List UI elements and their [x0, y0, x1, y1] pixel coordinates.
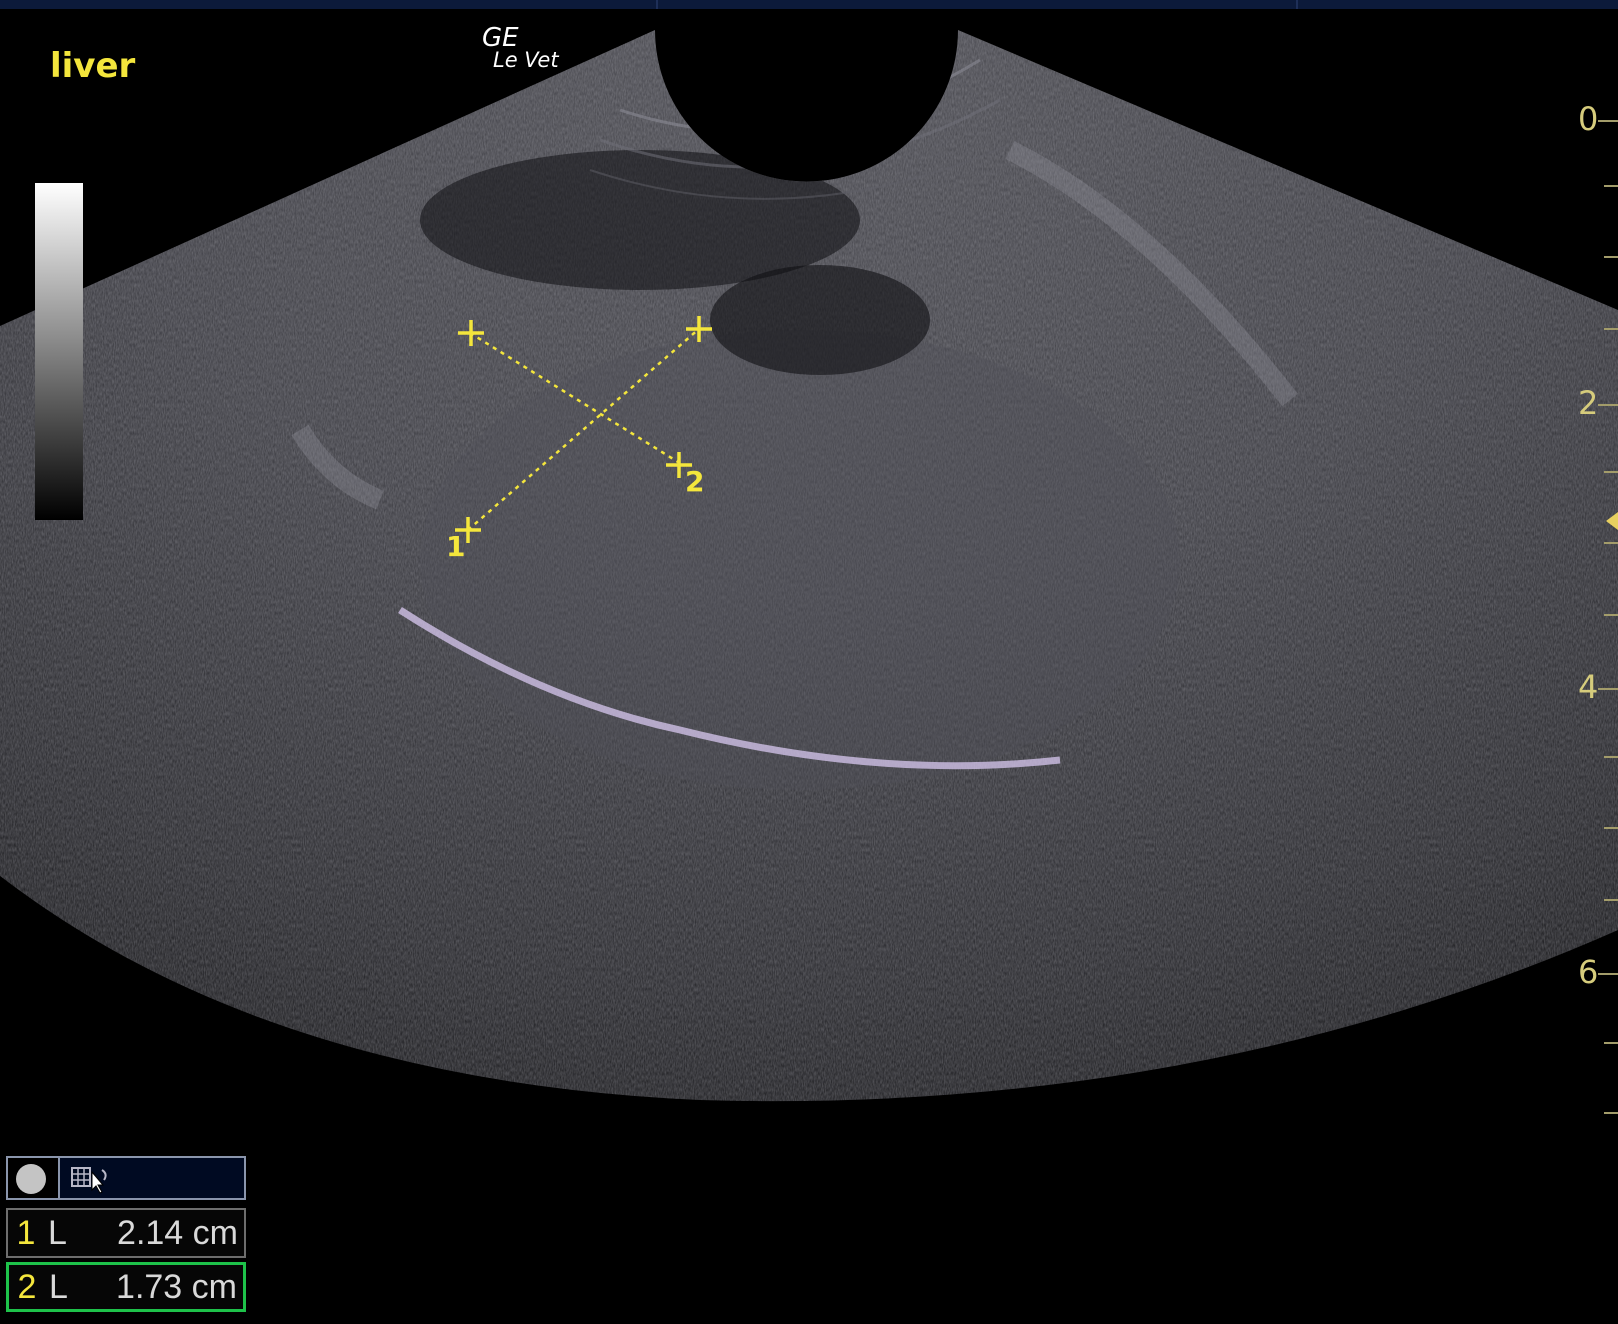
- caliper-tool-icon[interactable]: [70, 1164, 110, 1194]
- ge-logo: GE Le Vet: [482, 23, 559, 72]
- measurement-toolbar: [6, 1156, 246, 1200]
- depth-label: 4: [1578, 668, 1599, 706]
- measurement-row[interactable]: 1 L 2.14 cm: [6, 1208, 246, 1258]
- depth-tick: [1604, 185, 1618, 187]
- depth-tick: [1604, 256, 1618, 258]
- measurement-panel: 1 L 2.14 cm 2 L 1.73 cm: [6, 1156, 246, 1312]
- focus-zone-marker[interactable]: [1606, 512, 1618, 530]
- caliper-label-1: 1: [446, 530, 466, 563]
- depth-tick: [1604, 471, 1618, 473]
- grayscale-bar: [35, 183, 83, 520]
- measurement-value: 1.73 cm: [116, 1267, 237, 1306]
- organ-annotation: liver: [50, 46, 136, 86]
- logo-line1: GE: [482, 23, 519, 53]
- measurement-type: L: [49, 1267, 68, 1306]
- record-circle-icon[interactable]: [16, 1164, 46, 1194]
- measurement-index: 1: [16, 1213, 36, 1252]
- caliper-label-2: 2: [685, 465, 705, 498]
- measurement-index: 2: [17, 1267, 37, 1306]
- depth-tick: [1598, 120, 1618, 122]
- ultrasound-image: [0, 30, 1618, 1102]
- depth-tick: [1598, 688, 1618, 690]
- depth-tick: [1598, 973, 1618, 975]
- depth-tick: [1604, 1042, 1618, 1044]
- depth-tick: [1604, 899, 1618, 901]
- depth-tick: [1604, 328, 1618, 330]
- depth-label: 0: [1578, 100, 1599, 138]
- measurement-value: 2.14 cm: [117, 1213, 238, 1252]
- measurement-type: L: [48, 1213, 67, 1252]
- toolbar-divider: [58, 1158, 60, 1198]
- depth-tick: [1604, 542, 1618, 544]
- depth-label: 2: [1578, 384, 1599, 422]
- depth-tick: [1604, 756, 1618, 758]
- measurement-row-active[interactable]: 2 L 1.73 cm: [6, 1262, 246, 1312]
- depth-tick: [1598, 404, 1618, 406]
- depth-tick: [1604, 827, 1618, 829]
- depth-label: 6: [1578, 953, 1599, 991]
- depth-tick: [1604, 614, 1618, 616]
- logo-line2: Le Vet: [493, 48, 559, 72]
- depth-tick: [1604, 1112, 1618, 1114]
- sector-scan-area: [0, 30, 1618, 1102]
